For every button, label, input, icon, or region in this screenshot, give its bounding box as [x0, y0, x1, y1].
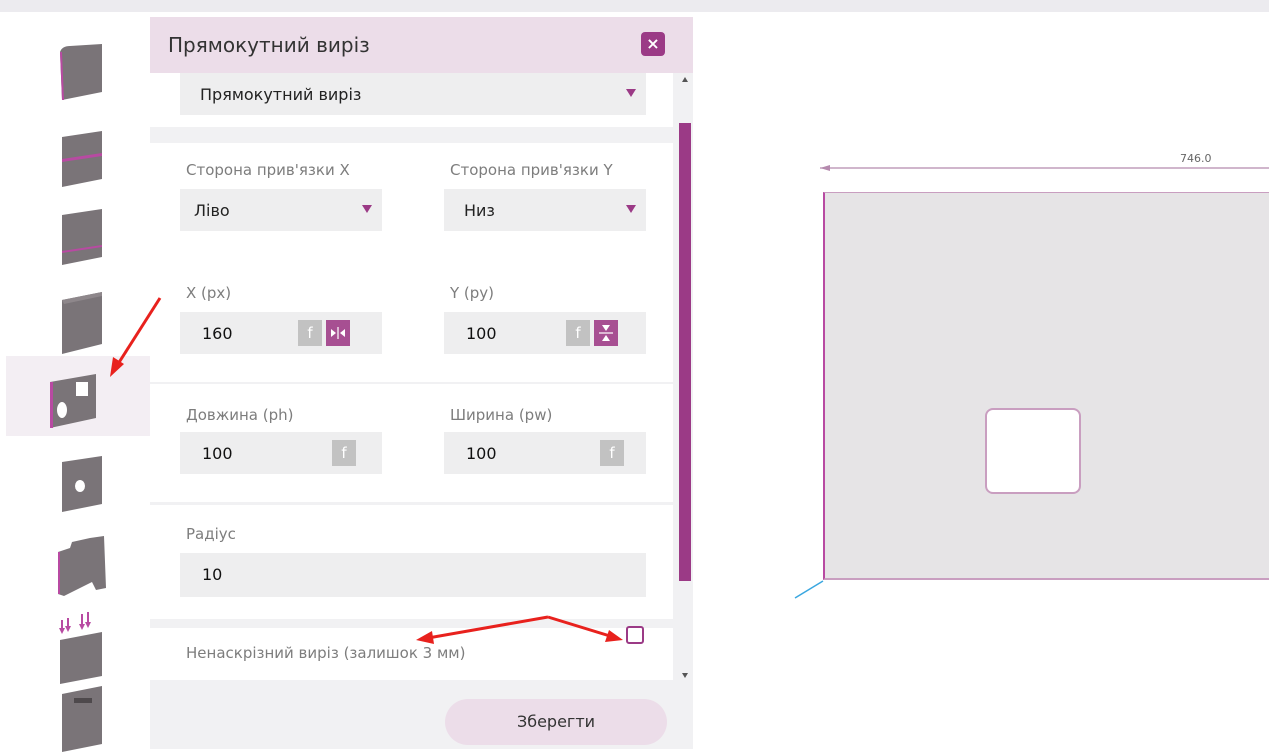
contour-panel-icon: [58, 536, 106, 596]
tool-corner-panel[interactable]: [20, 278, 130, 358]
cutout-type-select[interactable]: Прямокутний виріз: [180, 73, 646, 115]
rebate-panel-icon: [62, 209, 102, 265]
type-card: Прямокутний виріз: [150, 73, 673, 127]
panel-scroll-area: Прямокутний виріз Сторона прив'язки X Ст…: [150, 73, 677, 683]
plate-inner: [823, 192, 1269, 580]
anchor-card: Сторона прив'язки X Сторона прив'язки Y …: [150, 143, 673, 265]
top-bar: [0, 0, 1269, 12]
tool-handle-panel[interactable]: [20, 672, 130, 752]
position-card: X (px) Y (py) 160 f 100 f: [150, 264, 673, 382]
tool-rebate-panel[interactable]: [20, 195, 130, 275]
cutout-settings-panel: Прямокутний виріз × Прямокутний виріз Ст…: [150, 17, 693, 749]
scroll-down-icon[interactable]: [682, 673, 688, 678]
anchor-x-label: Сторона прив'язки X: [186, 161, 350, 179]
length-formula-button[interactable]: f: [332, 440, 356, 466]
width-label: Ширина (pw): [450, 406, 553, 424]
x-value: 160: [202, 324, 233, 343]
anchor-y-select[interactable]: Низ: [444, 189, 646, 231]
width-input[interactable]: 100 f: [444, 432, 646, 474]
tool-contour-panel[interactable]: [20, 520, 130, 600]
mirror-vertical-icon: [599, 325, 613, 341]
anchor-x-value: Ліво: [194, 201, 230, 220]
chevron-down-icon: [362, 205, 372, 213]
width-value: 100: [466, 444, 497, 463]
length-value: 100: [202, 444, 233, 463]
tool-cutout-panel[interactable]: [6, 356, 150, 436]
radius-value: 10: [202, 565, 223, 584]
tool-groove-panel[interactable]: [20, 117, 130, 197]
blind-cut-label: Ненаскрізний виріз (залишок 3 мм): [186, 644, 466, 662]
y-mirror-button[interactable]: [594, 320, 618, 346]
scroll-thumb[interactable]: [679, 123, 691, 581]
length-label: Довжина (ph): [186, 406, 294, 424]
tool-palette: [0, 12, 150, 752]
blind-cut-checkbox[interactable]: [626, 626, 644, 644]
x-input[interactable]: 160 f: [180, 312, 382, 354]
chevron-down-icon: [626, 89, 636, 97]
length-input[interactable]: 100 f: [180, 432, 382, 474]
radius-label: Радіус: [186, 525, 236, 543]
rectangular-cutout[interactable]: [985, 408, 1081, 494]
cutout-type-value: Прямокутний виріз: [200, 85, 362, 104]
panel-scrollbar[interactable]: [679, 73, 691, 683]
close-button[interactable]: ×: [641, 32, 665, 56]
tool-edge-panel[interactable]: [20, 32, 130, 112]
scroll-up-icon[interactable]: [682, 77, 688, 82]
size-card: Довжина (ph) Ширина (pw) 100 f 100 f: [150, 384, 673, 502]
preview-canvas[interactable]: 746.0: [693, 12, 1269, 749]
panel-title: Прямокутний виріз: [168, 33, 370, 57]
mirror-horizontal-icon: [331, 327, 345, 339]
cutout-panel-icon: [50, 374, 96, 428]
y-formula-button[interactable]: f: [566, 320, 590, 346]
width-formula-button[interactable]: f: [600, 440, 624, 466]
tool-hole-panel[interactable]: [20, 442, 130, 522]
x-mirror-button[interactable]: [326, 320, 350, 346]
y-value: 100: [466, 324, 497, 343]
groove-panel-icon: [62, 131, 102, 187]
save-button[interactable]: Зберегти: [445, 699, 667, 745]
edge-panel-icon: [60, 44, 102, 100]
anchor-x-select[interactable]: Ліво: [180, 189, 382, 231]
anchor-y-label: Сторона прив'язки Y: [450, 161, 613, 179]
x-formula-button[interactable]: f: [298, 320, 322, 346]
y-label: Y (py): [450, 284, 495, 302]
hole-panel-icon: [62, 456, 102, 512]
corner-panel-icon: [62, 292, 102, 354]
chevron-down-icon: [626, 205, 636, 213]
anchor-y-value: Низ: [464, 201, 495, 220]
radius-input[interactable]: 10: [180, 553, 646, 597]
panel-header: Прямокутний виріз ×: [150, 17, 693, 73]
blind-cut-card: Ненаскрізний виріз (залишок 3 мм): [150, 628, 673, 680]
x-label: X (px): [186, 284, 232, 302]
width-dimension-label: 746.0: [1180, 152, 1212, 165]
handle-panel-icon: [62, 686, 102, 752]
tool-drilling-panel[interactable]: [20, 602, 130, 684]
y-input[interactable]: 100 f: [444, 312, 646, 354]
radius-card: Радіус 10: [150, 505, 673, 619]
